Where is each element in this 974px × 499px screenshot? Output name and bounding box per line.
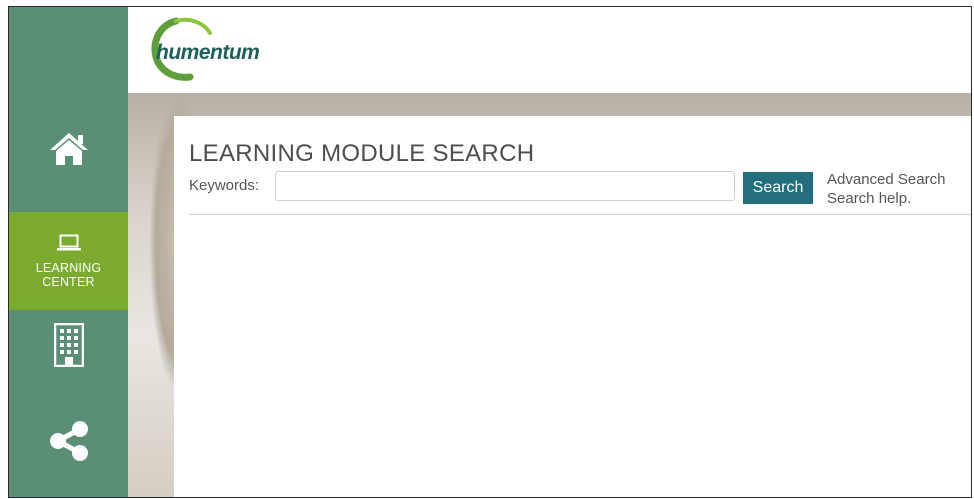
sidebar-item-home[interactable]: [9, 117, 128, 185]
share-icon: [48, 420, 90, 467]
sidebar-item-share[interactable]: [9, 407, 128, 479]
search-panel: LEARNING MODULE SEARCH Keywords: Search …: [174, 116, 971, 497]
humentum-logo[interactable]: humentum: [150, 15, 290, 85]
keywords-input[interactable]: [275, 171, 735, 201]
divider: [189, 214, 971, 215]
sidebar-label-line2: CENTER: [42, 274, 95, 289]
home-icon: [48, 131, 90, 172]
app-frame: LEARNING CENTER humentum LEARNING MODULE…: [8, 6, 972, 498]
logo-text: humentum: [156, 41, 260, 64]
sidebar-label-line1: LEARNING: [35, 260, 102, 275]
sidebar-item-label: LEARNING CENTER: [36, 261, 102, 289]
header: humentum: [128, 7, 971, 93]
sidebar-item-learning-center[interactable]: LEARNING CENTER: [9, 212, 128, 310]
building-icon: [53, 322, 84, 372]
advanced-search-link[interactable]: Advanced Search: [827, 171, 945, 188]
sidebar-item-organization[interactable]: [9, 312, 128, 382]
page-title: LEARNING MODULE SEARCH: [189, 140, 535, 167]
search-button[interactable]: Search: [743, 172, 813, 204]
laptop-icon: [56, 234, 81, 257]
sidebar: LEARNING CENTER: [9, 7, 128, 497]
search-help-link[interactable]: Search help.: [827, 190, 911, 207]
keywords-label: Keywords:: [189, 177, 260, 194]
